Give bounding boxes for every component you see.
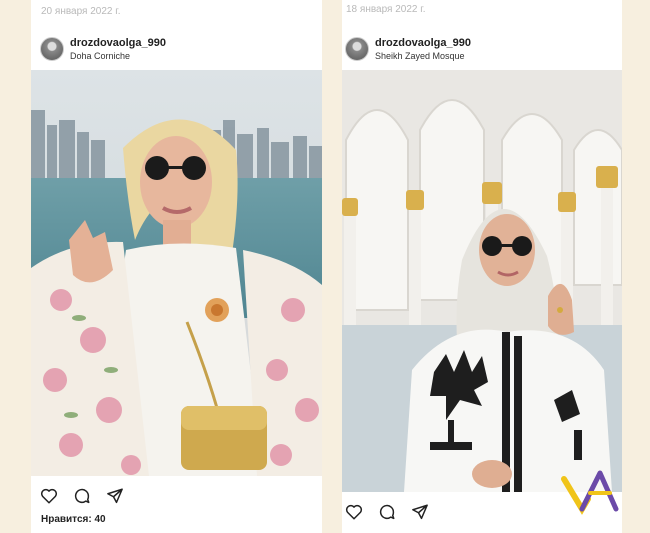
- page-center-band: [322, 0, 342, 533]
- instagram-post-mosque: 18 января 2022 г. drozdovaolga_990 Sheik…: [342, 0, 622, 533]
- post-date: 18 января 2022 г.: [346, 4, 426, 15]
- username-link[interactable]: drozdovaolga_990: [375, 37, 471, 49]
- post-date: 20 января 2022 г.: [41, 6, 121, 17]
- location-link[interactable]: Doha Corniche: [70, 51, 130, 61]
- post-photo[interactable]: [342, 70, 622, 492]
- photo-woman-corniche: [31, 70, 322, 476]
- post-actions: [40, 487, 124, 505]
- instagram-post-doha: 20 января 2022 г. drozdovaolga_990 Doha …: [31, 0, 322, 533]
- avatar[interactable]: [40, 37, 64, 61]
- heart-icon[interactable]: [345, 503, 363, 521]
- page-side-band-right: [622, 0, 650, 533]
- avatar[interactable]: [345, 37, 369, 61]
- location-link[interactable]: Sheikh Zayed Mosque: [375, 51, 465, 61]
- share-icon[interactable]: [411, 503, 429, 521]
- page-side-band-left: [0, 0, 31, 533]
- share-icon[interactable]: [106, 487, 124, 505]
- watermark-logo: [561, 470, 619, 515]
- likes-count[interactable]: Нравится: 40: [41, 514, 106, 525]
- username-link[interactable]: drozdovaolga_990: [70, 37, 166, 49]
- post-actions: [345, 503, 429, 521]
- comment-icon[interactable]: [378, 503, 396, 521]
- post-photo[interactable]: [31, 70, 322, 476]
- comment-icon[interactable]: [73, 487, 91, 505]
- heart-icon[interactable]: [40, 487, 58, 505]
- photo-woman-mosque: [342, 70, 622, 492]
